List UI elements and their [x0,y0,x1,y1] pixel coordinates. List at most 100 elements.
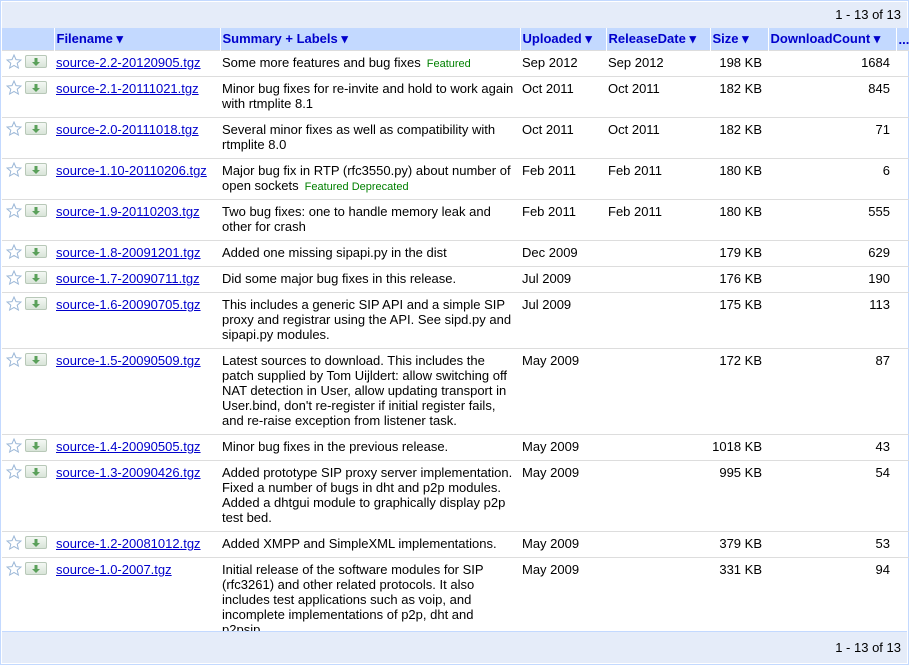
download-arrow-icon[interactable] [25,465,47,478]
download-arrow-icon[interactable] [25,245,47,258]
downloadcount-cell: 54 [768,460,896,532]
filename-link[interactable]: source-1.10-20110206.tgz [56,163,207,178]
more-cell [896,292,909,349]
filename-link[interactable]: source-1.2-20081012.tgz [56,536,201,551]
download-arrow-icon[interactable] [25,536,47,549]
size-cell: 176 KB [710,266,768,293]
summary-cell: Did some major bug fixes in this release… [220,266,520,293]
filename-cell: source-1.2-20081012.tgz [54,531,220,558]
star-icon[interactable] [5,351,23,368]
summary-text: This includes a generic SIP API and a si… [222,297,512,342]
star-icon[interactable] [5,463,23,480]
star-icon[interactable] [5,202,23,219]
download-arrow-icon[interactable] [25,55,47,68]
header-filename[interactable]: Filename ▾ [53,28,220,51]
labels-text[interactable]: Featured Deprecated [305,181,409,193]
star-icon[interactable] [5,53,23,70]
more-cell [896,460,909,532]
filename-link[interactable]: source-1.9-20110203.tgz [56,204,200,219]
table-row: source-1.3-20090426.tgz Added prototype … [2,460,909,532]
more-cell [896,50,909,77]
download-arrow-icon[interactable] [25,122,47,135]
downloadcount-cell: 87 [768,348,896,435]
releasedate-cell [606,240,710,267]
uploaded-cell: May 2009 [520,531,606,558]
uploaded-cell: May 2009 [520,460,606,532]
summary-text: Added one missing sipapi.py in the dist [222,245,447,260]
filename-link[interactable]: source-1.7-20090711.tgz [56,271,200,286]
download-arrow-icon[interactable] [25,562,47,575]
header-uploaded[interactable]: Uploaded ▾ [519,28,606,51]
uploaded-cell: Oct 2011 [520,76,606,118]
filename-link[interactable]: source-1.5-20090509.tgz [56,353,201,368]
summary-cell: Minor bug fixes for re-invite and hold t… [220,76,520,118]
download-arrow-icon[interactable] [25,439,47,452]
star-icon[interactable] [5,560,23,577]
download-arrow-icon[interactable] [25,271,47,284]
table-row: source-1.7-20090711.tgz Did some major b… [2,266,909,293]
summary-text: Added XMPP and SimpleXML implementations… [222,536,497,551]
filename-link[interactable]: source-2.2-20120905.tgz [56,55,201,70]
summary-cell: Minor bug fixes in the previous release. [220,434,520,461]
filename-link[interactable]: source-1.0-2007.tgz [56,562,172,577]
row-actions [2,50,54,77]
pager-bottom: 1 - 13 of 13 [2,631,907,663]
more-cell [896,158,909,200]
filename-cell: source-1.10-20110206.tgz [54,158,220,200]
table-row: source-2.2-20120905.tgz Some more featur… [2,50,909,77]
summary-text: Added prototype SIP proxy server impleme… [222,465,513,525]
uploaded-cell: Jul 2009 [520,292,606,349]
header-releasedate[interactable]: ReleaseDate ▾ [605,28,710,51]
downloadcount-cell: 1684 [768,50,896,77]
download-arrow-icon[interactable] [25,297,47,310]
filename-link[interactable]: source-2.1-20111021.tgz [56,81,199,96]
filename-link[interactable]: source-1.3-20090426.tgz [56,465,201,480]
filename-cell: source-1.6-20090705.tgz [54,292,220,349]
download-arrow-icon[interactable] [25,163,47,176]
more-cell [896,266,909,293]
size-cell: 995 KB [710,460,768,532]
uploaded-cell: Sep 2012 [520,50,606,77]
star-icon[interactable] [5,534,23,551]
more-cell [896,348,909,435]
filename-link[interactable]: source-1.4-20090505.tgz [56,439,201,454]
star-icon[interactable] [5,120,23,137]
filename-link[interactable]: source-1.8-20091201.tgz [56,245,201,260]
filename-link[interactable]: source-1.6-20090705.tgz [56,297,201,312]
summary-cell: This includes a generic SIP API and a si… [220,292,520,349]
table-row: source-1.6-20090705.tgz This includes a … [2,292,909,349]
filename-cell: source-1.4-20090505.tgz [54,434,220,461]
header-size[interactable]: Size ▾ [709,28,768,51]
summary-cell: Added XMPP and SimpleXML implementations… [220,531,520,558]
star-icon[interactable] [5,243,23,260]
downloadcount-cell: 71 [768,117,896,159]
releasedate-cell [606,434,710,461]
uploaded-cell: May 2009 [520,434,606,461]
table-row: source-1.2-20081012.tgz Added XMPP and S… [2,531,909,558]
download-arrow-icon[interactable] [25,353,47,366]
download-arrow-icon[interactable] [25,204,47,217]
table-row: source-1.9-20110203.tgz Two bug fixes: o… [2,199,909,241]
summary-text: Several minor fixes as well as compatibi… [222,122,496,152]
filename-link[interactable]: source-2.0-20111018.tgz [56,122,199,137]
star-icon[interactable] [5,161,23,178]
more-cell [896,240,909,267]
star-icon[interactable] [5,295,23,312]
downloadcount-cell: 6 [768,158,896,200]
more-cell [896,117,909,159]
downloadcount-cell: 555 [768,199,896,241]
summary-text: Initial release of the software modules … [222,562,484,637]
summary-cell: Some more features and bug fixes Featured [220,50,520,77]
header-more-columns[interactable]: ... [895,28,909,51]
star-icon[interactable] [5,269,23,286]
star-icon[interactable] [5,79,23,96]
header-downloadcount[interactable]: DownloadCount ▾ [767,28,896,51]
summary-text: Did some major bug fixes in this release… [222,271,457,286]
download-arrow-icon[interactable] [25,81,47,94]
header-summary[interactable]: Summary + Labels ▾ [219,28,520,51]
table-row: source-2.0-20111018.tgz Several minor fi… [2,117,909,159]
labels-text[interactable]: Featured [427,58,471,70]
star-icon[interactable] [5,437,23,454]
summary-cell: Added one missing sipapi.py in the dist [220,240,520,267]
filename-cell: source-1.3-20090426.tgz [54,460,220,532]
